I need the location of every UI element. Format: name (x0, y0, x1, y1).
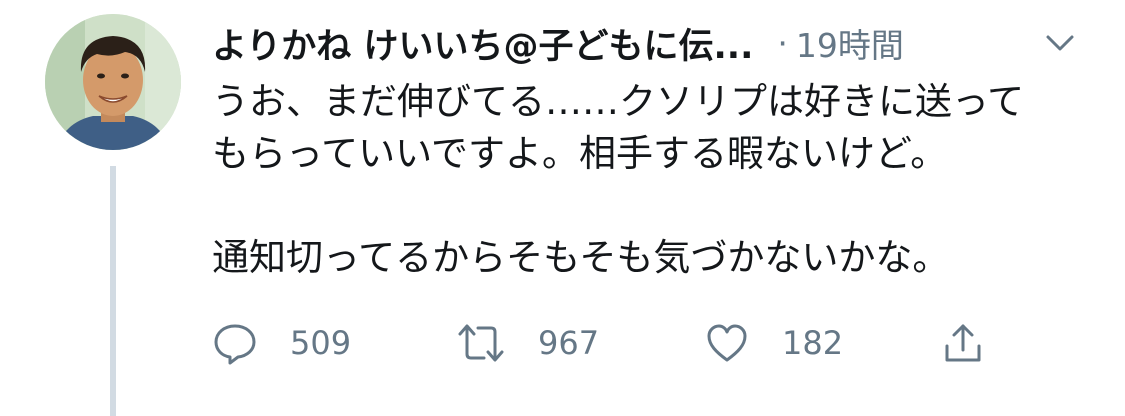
tweet-text-line: もらっていいですよ。相手する暇ないけど。 (212, 132, 948, 175)
share-button[interactable] (940, 318, 986, 368)
like-count: 182 (782, 324, 844, 362)
reply-count: 509 (290, 324, 352, 362)
tweet-header: よりかね けいいち@子どもに伝... · 19時間 (212, 18, 904, 68)
like-icon (704, 320, 750, 366)
thread-line (110, 166, 116, 416)
like-button[interactable]: 182 (704, 318, 843, 368)
timestamp[interactable]: 19時間 (796, 19, 904, 67)
share-icon (940, 320, 986, 366)
retweet-button[interactable]: 967 (456, 318, 599, 368)
reply-icon (212, 320, 258, 366)
avatar[interactable] (45, 14, 181, 150)
chevron-down-icon[interactable] (1040, 28, 1080, 58)
tweet-text-line: 通知切ってるからそもそも気づかないかな。 (212, 236, 950, 279)
retweet-icon (456, 320, 506, 366)
separator-dot: · (777, 23, 788, 63)
reply-button[interactable]: 509 (212, 318, 351, 368)
tweet-actions: 509 967 182 (212, 318, 1012, 368)
avatar-photo (45, 14, 181, 150)
tweet-text-line: うお、まだ伸びてる……クソリプは好きに送って (212, 80, 1025, 123)
retweet-count: 967 (538, 324, 600, 362)
tweet-text: うお、まだ伸びてる……クソリプは好きに送って もらっていいですよ。相手する暇ない… (212, 76, 1092, 284)
display-name[interactable]: よりかね けいいち@子どもに伝... (212, 18, 753, 69)
